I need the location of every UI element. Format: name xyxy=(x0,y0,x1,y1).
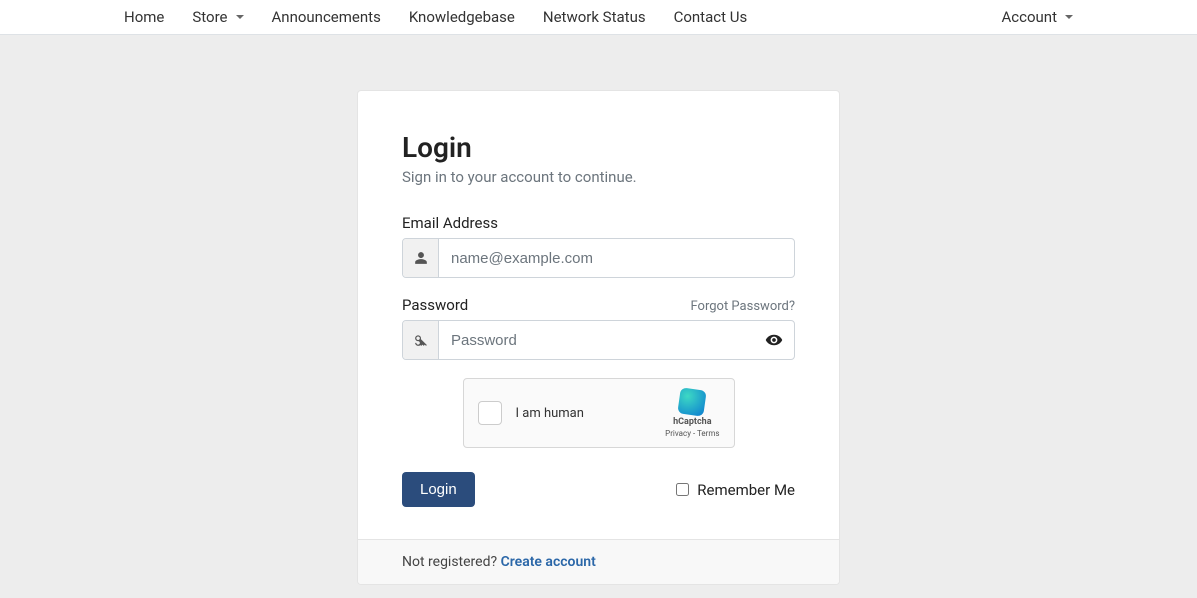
top-navbar: Home Store Announcements Knowledgebase N… xyxy=(0,0,1197,35)
nav-network-status-label: Network Status xyxy=(543,8,646,26)
nav-knowledgebase[interactable]: Knowledgebase xyxy=(395,0,529,34)
password-input-group xyxy=(402,320,795,360)
toggle-password-visibility[interactable] xyxy=(754,321,794,359)
not-registered-text: Not registered? xyxy=(402,554,501,570)
remember-me[interactable]: Remember Me xyxy=(676,481,795,499)
login-title: Login xyxy=(402,131,795,164)
email-input-group xyxy=(402,238,795,278)
captcha-brand: hCaptcha Privacy - Terms xyxy=(665,389,719,438)
eye-icon xyxy=(765,331,783,349)
nav-announcements-label: Announcements xyxy=(272,8,381,26)
create-account-link[interactable]: Create account xyxy=(501,554,596,570)
captcha-brand-label: hCaptcha xyxy=(673,417,711,427)
nav-account-label: Account xyxy=(1001,8,1057,26)
password-group: Password Forgot Password? xyxy=(402,296,795,360)
email-group: Email Address xyxy=(402,214,795,278)
hcaptcha-logo-icon xyxy=(678,387,707,416)
key-icon xyxy=(403,321,439,359)
forgot-password-link[interactable]: Forgot Password? xyxy=(690,299,795,314)
captcha-text: I am human xyxy=(516,406,652,421)
nav-contact-us[interactable]: Contact Us xyxy=(660,0,762,34)
captcha-links[interactable]: Privacy - Terms xyxy=(665,429,719,438)
nav-home-label: Home xyxy=(124,8,164,26)
chevron-down-icon xyxy=(1065,15,1073,19)
remember-checkbox[interactable] xyxy=(676,483,689,496)
card-body: Login Sign in to your account to continu… xyxy=(358,91,839,539)
email-input[interactable] xyxy=(439,239,794,277)
nav-store-label: Store xyxy=(192,8,227,26)
page-wrap: Login Sign in to your account to continu… xyxy=(0,35,1197,585)
chevron-down-icon xyxy=(236,15,244,19)
captcha-wrap: I am human hCaptcha Privacy - Terms xyxy=(402,378,795,448)
card-footer: Not registered? Create account xyxy=(358,539,839,584)
email-label: Email Address xyxy=(402,214,498,232)
user-icon xyxy=(403,239,439,277)
login-subtitle: Sign in to your account to continue. xyxy=(402,168,795,186)
action-row: Login Remember Me xyxy=(402,472,795,507)
nav-contact-us-label: Contact Us xyxy=(674,8,748,26)
password-label: Password xyxy=(402,296,468,314)
nav-left: Home Store Announcements Knowledgebase N… xyxy=(110,0,761,34)
nav-knowledgebase-label: Knowledgebase xyxy=(409,8,515,26)
captcha-checkbox[interactable] xyxy=(478,401,502,425)
remember-label: Remember Me xyxy=(697,481,795,499)
nav-account[interactable]: Account xyxy=(987,0,1087,34)
hcaptcha-widget: I am human hCaptcha Privacy - Terms xyxy=(463,378,735,448)
password-input[interactable] xyxy=(439,321,754,359)
login-card: Login Sign in to your account to continu… xyxy=(357,90,840,585)
nav-store[interactable]: Store xyxy=(178,0,257,34)
nav-network-status[interactable]: Network Status xyxy=(529,0,660,34)
nav-announcements[interactable]: Announcements xyxy=(258,0,395,34)
login-button[interactable]: Login xyxy=(402,472,475,507)
nav-home[interactable]: Home xyxy=(110,0,178,34)
